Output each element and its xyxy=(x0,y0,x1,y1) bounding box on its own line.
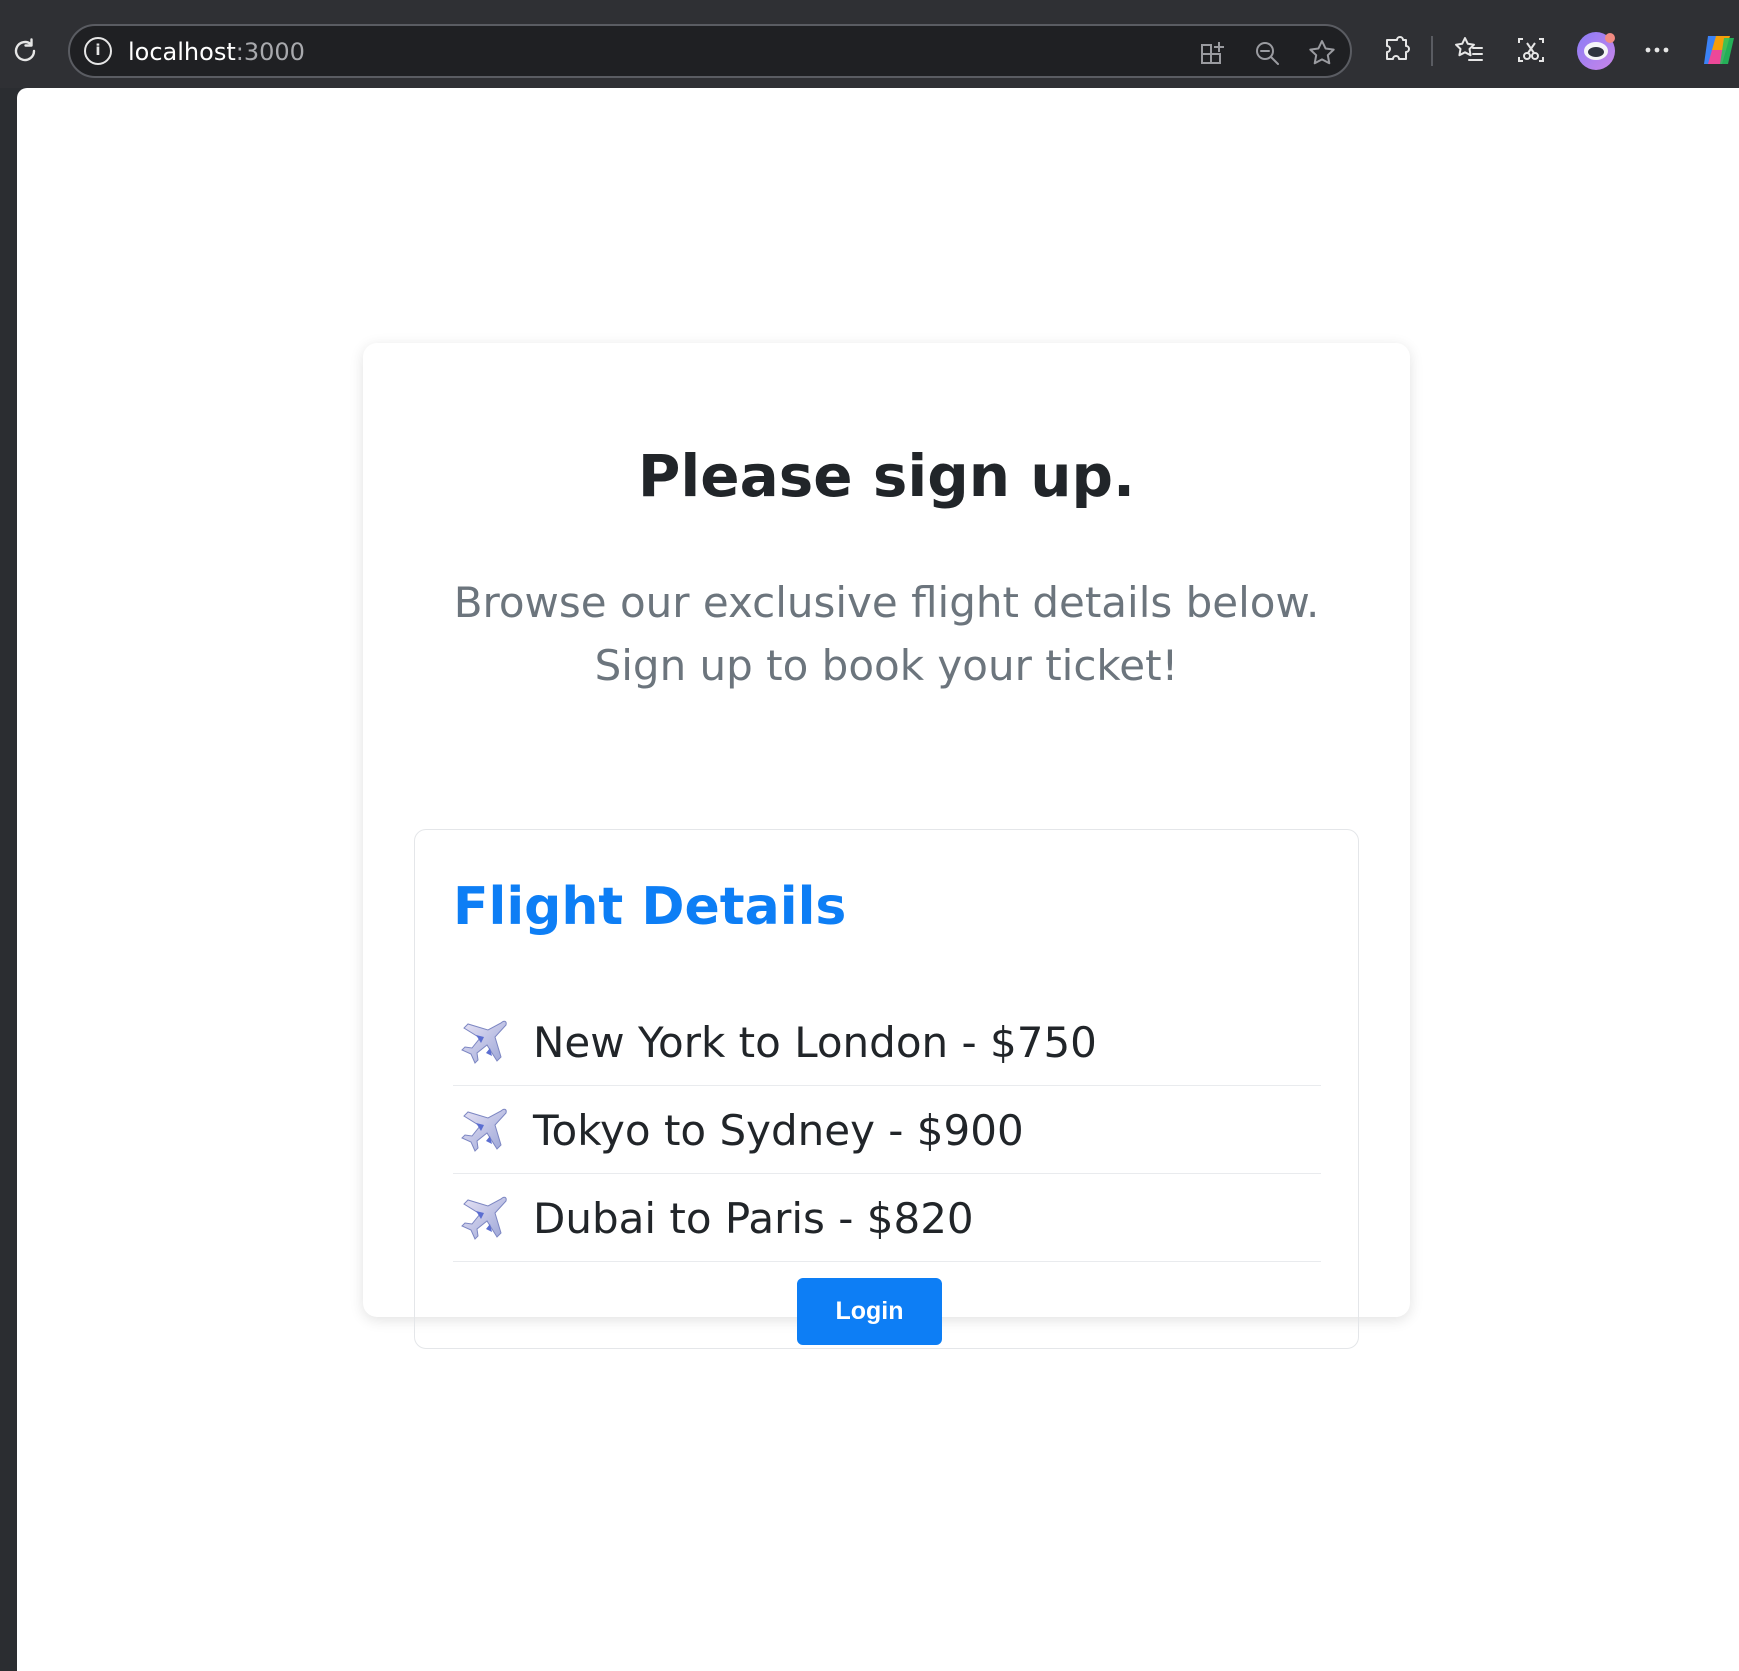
flight-list-item: New York to London - $750 xyxy=(453,998,1321,1086)
extensions-icon[interactable] xyxy=(1379,32,1415,68)
more-menu-icon[interactable] xyxy=(1639,32,1675,68)
signup-card: Please sign up. Browse our exclusive fli… xyxy=(363,343,1410,1349)
flight-details-title: Flight Details xyxy=(453,877,847,937)
airplane-icon xyxy=(461,1196,507,1240)
favorites-icon[interactable] xyxy=(1451,32,1487,68)
url-port: :3000 xyxy=(235,38,305,66)
toolbar-separator xyxy=(1431,36,1433,66)
profile-avatar-icon[interactable] xyxy=(1575,30,1617,72)
address-bar[interactable]: i localhost:3000 xyxy=(68,24,1352,78)
app-grid-icon[interactable] xyxy=(1198,38,1228,68)
flight-route-text: Dubai to Paris - $820 xyxy=(533,1193,974,1243)
flight-list-item: Tokyo to Sydney - $900 xyxy=(453,1086,1321,1174)
page-viewport: Please sign up. Browse our exclusive fli… xyxy=(17,88,1739,1671)
browser-toolbar: i localhost:3000 xyxy=(0,0,1739,88)
page-subtitle: Browse our exclusive flight details belo… xyxy=(453,578,1320,690)
flight-route-text: Tokyo to Sydney - $900 xyxy=(533,1105,1024,1155)
airplane-icon xyxy=(461,1020,507,1064)
flight-route-text: New York to London - $750 xyxy=(533,1017,1097,1067)
url-text[interactable]: localhost:3000 xyxy=(128,38,305,66)
bookmark-star-icon[interactable] xyxy=(1307,38,1337,68)
flight-details-panel: Flight Details New York to London - $750… xyxy=(414,829,1359,1349)
flight-list-item: Dubai to Paris - $820 xyxy=(453,1174,1321,1262)
url-host: localhost xyxy=(128,38,236,66)
reload-icon[interactable] xyxy=(8,34,42,68)
screenshot-icon[interactable] xyxy=(1513,32,1549,68)
airplane-icon xyxy=(461,1108,507,1152)
login-button[interactable]: Login xyxy=(797,1278,942,1345)
flight-list: New York to London - $750 Tokyo to Sydne… xyxy=(453,998,1321,1262)
zoom-out-icon[interactable] xyxy=(1252,38,1282,68)
copilot-icon[interactable] xyxy=(1700,32,1739,68)
site-info-icon[interactable]: i xyxy=(84,37,112,65)
page-heading: Please sign up. xyxy=(637,442,1136,510)
